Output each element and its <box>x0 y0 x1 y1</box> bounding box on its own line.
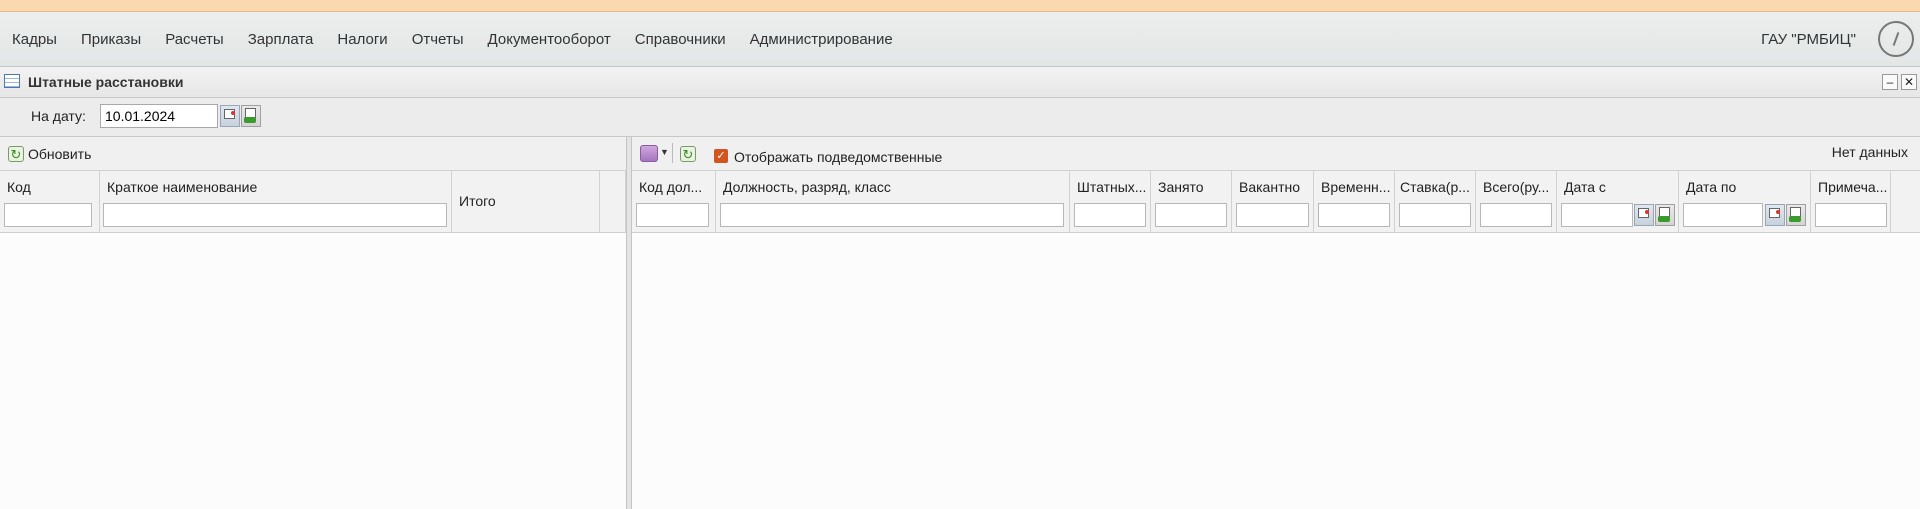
filter-vacant-input[interactable] <box>1236 203 1309 227</box>
column-temporary[interactable]: Временн... <box>1314 171 1395 232</box>
menu-item-prikazy[interactable]: Приказы <box>69 31 153 48</box>
close-button[interactable]: ✕ <box>1901 74 1917 90</box>
show-subordinate-checkbox[interactable]: ✓ <box>714 149 728 163</box>
top-notification-strip <box>0 0 1920 12</box>
clear-date-icon[interactable] <box>1655 204 1675 226</box>
filter-occupied-input[interactable] <box>1155 203 1227 227</box>
column-position-code[interactable]: Код дол... <box>632 171 716 232</box>
column-title: Код <box>7 179 31 195</box>
column-title: Краткое наименование <box>107 179 258 195</box>
column-staff-count[interactable]: Штатных... <box>1070 171 1151 232</box>
column-title: Ставка(р... <box>1400 179 1470 195</box>
filter-short-name-input[interactable] <box>103 203 447 227</box>
column-date-to[interactable]: Дата по <box>1679 171 1811 232</box>
filter-position-input[interactable] <box>720 203 1064 227</box>
filter-rate-input[interactable] <box>1399 203 1471 227</box>
no-data-label: Нет данных <box>1831 144 1908 160</box>
add-menu-icon[interactable] <box>640 145 658 162</box>
date-input[interactable] <box>100 104 218 128</box>
left-grid-pane: ↻ Обновить Код Краткое наименование Итог… <box>0 137 627 509</box>
column-occupied[interactable]: Занято <box>1151 171 1232 232</box>
main-menu: Кадры Приказы Расчеты Зарплата Налоги От… <box>0 12 905 66</box>
logout-power-icon[interactable] <box>1878 21 1914 57</box>
column-title: Занято <box>1158 179 1204 195</box>
column-title: Дата с <box>1564 179 1606 195</box>
clear-date-icon[interactable] <box>1786 204 1806 226</box>
refresh-icon: ↻ <box>8 146 24 162</box>
right-toolbar: ▼ ↻ ✓ Отображать подведомственные Нет да… <box>632 137 1920 171</box>
clear-date-icon[interactable] <box>241 105 261 127</box>
menu-item-kadry[interactable]: Кадры <box>0 31 69 48</box>
column-date-from[interactable]: Дата с <box>1557 171 1679 232</box>
column-note[interactable]: Примеча... <box>1811 171 1891 232</box>
filter-kod-input[interactable] <box>4 203 92 227</box>
column-position-grade-class[interactable]: Должность, разряд, класс <box>716 171 1070 232</box>
refresh-icon: ↻ <box>680 146 696 162</box>
column-title: Примеча... <box>1818 179 1888 195</box>
column-title: Вакантно <box>1239 179 1301 195</box>
filter-staff-count-input[interactable] <box>1074 203 1146 227</box>
menu-item-raschety[interactable]: Расчеты <box>153 31 236 48</box>
main-menu-bar: Кадры Приказы Расчеты Зарплата Налоги От… <box>0 12 1920 67</box>
menu-item-dokumentooborot[interactable]: Документооборот <box>476 31 623 48</box>
date-label: На дату: <box>31 108 86 124</box>
calendar-icon[interactable] <box>1634 204 1654 226</box>
column-title: Дата по <box>1686 179 1737 195</box>
column-scroll-spacer <box>600 171 626 232</box>
toolbar-separator <box>672 143 673 163</box>
column-rate[interactable]: Ставка(р... <box>1395 171 1476 232</box>
menu-item-otchety[interactable]: Отчеты <box>400 31 476 48</box>
column-title: Итого <box>459 193 496 209</box>
filter-date-from-input[interactable] <box>1561 203 1633 227</box>
minimize-button[interactable]: – <box>1882 74 1898 90</box>
right-grid-header: Код дол... Должность, разряд, класс Штат… <box>632 171 1920 233</box>
panel-header: Штатные расстановки – ✕ <box>0 67 1920 98</box>
table-icon <box>4 74 20 88</box>
left-toolbar: ↻ Обновить <box>0 137 626 171</box>
date-filter-bar: На дату: <box>0 98 1920 137</box>
refresh-label: Обновить <box>28 146 92 162</box>
column-title: Всего(ру... <box>1483 179 1550 195</box>
column-total-rub[interactable]: Всего(ру... <box>1476 171 1557 232</box>
column-vacant[interactable]: Вакантно <box>1232 171 1314 232</box>
refresh-button[interactable]: ↻ <box>680 144 696 164</box>
column-itogo[interactable]: Итого <box>452 171 600 232</box>
organization-name[interactable]: ГАУ "РМБИЦ" <box>1761 12 1856 66</box>
filter-note-input[interactable] <box>1815 203 1887 227</box>
filter-date-to-input[interactable] <box>1683 203 1763 227</box>
calendar-icon[interactable] <box>1765 204 1785 226</box>
right-grid-pane: ▼ ↻ ✓ Отображать подведомственные Нет да… <box>632 137 1920 509</box>
calendar-icon[interactable] <box>220 105 240 127</box>
panel-title: Штатные расстановки <box>28 74 184 90</box>
column-scroll-spacer <box>1891 171 1920 232</box>
menu-item-zarplata[interactable]: Зарплата <box>236 31 326 48</box>
column-kod[interactable]: Код <box>0 171 100 232</box>
filter-total-input[interactable] <box>1480 203 1552 227</box>
column-title: Должность, разряд, класс <box>723 179 891 195</box>
menu-item-administrirovanie[interactable]: Администрирование <box>738 31 905 48</box>
column-title: Временн... <box>1321 179 1391 195</box>
column-title: Штатных... <box>1077 179 1147 195</box>
chevron-down-icon[interactable]: ▼ <box>660 147 669 157</box>
column-short-name[interactable]: Краткое наименование <box>100 171 452 232</box>
menu-item-spravochniki[interactable]: Справочники <box>623 31 738 48</box>
filter-position-code-input[interactable] <box>636 203 709 227</box>
filter-temporary-input[interactable] <box>1318 203 1390 227</box>
refresh-button[interactable]: ↻ Обновить <box>8 144 91 164</box>
show-subordinate-label: Отображать подведомственные <box>734 149 943 165</box>
column-title: Код дол... <box>639 179 703 195</box>
menu-item-nalogi[interactable]: Налоги <box>325 31 399 48</box>
left-grid-header: Код Краткое наименование Итого <box>0 171 626 233</box>
